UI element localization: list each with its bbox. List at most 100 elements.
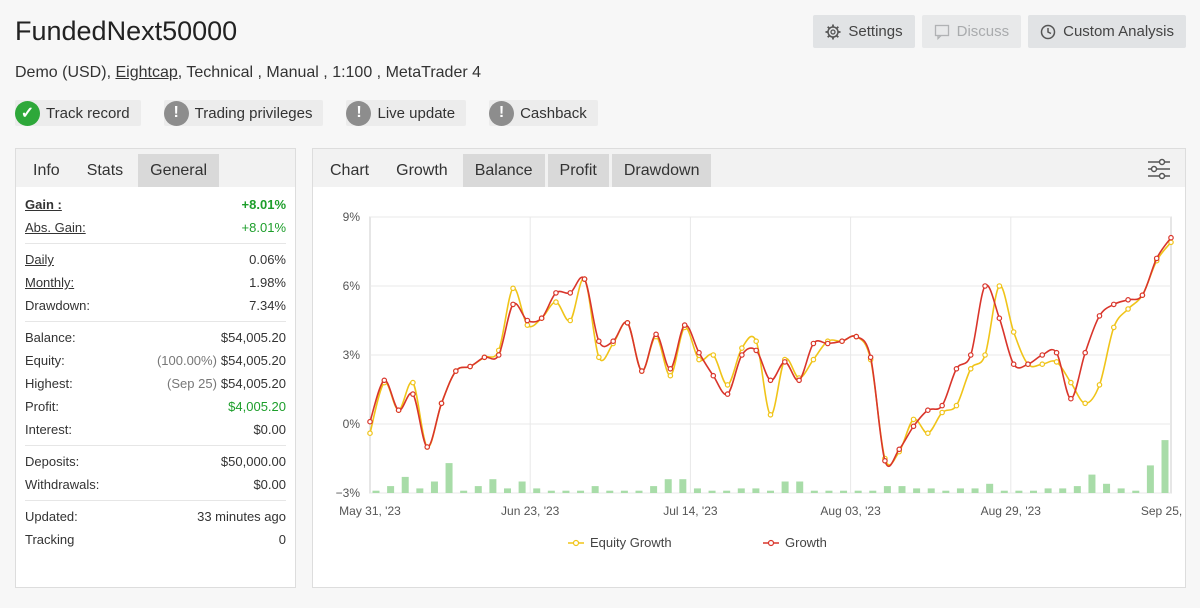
growth-point [381,377,388,384]
legend-label: Growth [785,535,827,550]
volume-bar [533,488,541,493]
volume-bar [913,488,921,493]
custom-analysis-label: Custom Analysis [1063,23,1174,40]
tab-stats[interactable]: Stats [74,154,136,187]
volume-bar [547,490,555,493]
tab-general[interactable]: General [138,154,220,187]
growth-point [1110,301,1117,308]
subtitle-prefix: Demo (USD), [15,64,112,81]
growth-point [853,333,860,340]
updated-label: Updated: [25,509,78,524]
tracking-label: Tracking [25,532,75,547]
growth-point [996,315,1003,322]
volume-bar [620,490,628,493]
badge-live-update[interactable]: ! Live update [346,100,467,126]
volume-bar [1015,490,1023,493]
tab-balance[interactable]: Balance [462,154,545,187]
equity-growth-point [1010,329,1017,335]
equity-value: $54,005.20 [220,353,286,368]
growth-point [553,290,559,296]
volume-bar [401,476,409,493]
growth-point [567,290,574,296]
equity-growth-point [567,317,574,324]
volume-bar [562,490,570,493]
clock-icon [1040,24,1056,39]
chart-tabs: Chart Growth Balance Profit Drawdown [313,149,1185,187]
volume-bar [635,490,643,493]
divider [25,321,286,322]
equity-growth-point [1096,382,1103,388]
y-tick-label: 0% [343,417,361,431]
growth-point [839,338,845,345]
equity-growth-point [710,352,717,358]
equity-growth-point [910,416,917,423]
volume-bar [460,490,468,493]
abs-gain-value: +8.01% [241,220,286,235]
chat-icon [934,24,949,40]
growth-point [681,322,688,328]
settings-label: Settings [848,23,903,40]
equity-growth-point [1068,379,1074,386]
discuss-button[interactable]: Discuss [921,15,1022,48]
broker-link[interactable]: Eightcap [115,64,177,81]
tab-growth[interactable]: Growth [384,154,460,187]
badge-cashback-label: Cashback [520,104,587,122]
custom-analysis-button[interactable]: Custom Analysis [1028,15,1186,48]
updated-value: 33 minutes ago [197,509,286,524]
tab-chart[interactable]: Chart [318,154,381,187]
interest-label: Interest: [25,422,72,437]
tab-drawdown[interactable]: Drawdown [611,154,712,187]
volume-bar [825,490,833,493]
tab-profit[interactable]: Profit [547,154,609,187]
status-badges: ✓ Track record ! Trading privileges ! Li… [15,100,598,126]
volume-bar [927,488,935,493]
growth-point [367,418,373,425]
badge-track-record[interactable]: ✓ Track record [15,100,141,126]
volume-bar [1146,465,1154,493]
growth-point [667,366,674,372]
equity-growth-point [739,345,745,351]
badge-trading-privileges[interactable]: ! Trading privileges [163,100,324,126]
volume-bar [1103,483,1111,493]
volume-bar [1073,486,1081,493]
badge-cashback[interactable]: ! Cashback [489,100,598,126]
volume-bar [387,486,395,493]
growth-point [1168,234,1174,241]
settings-button[interactable]: Settings [813,15,915,48]
growth-point [510,301,516,308]
divider [25,500,286,501]
balance-label: Balance: [25,330,76,345]
daily-label[interactable]: Daily [25,252,54,267]
volume-bar [1059,488,1067,493]
volume-bar [752,488,760,493]
abs-gain-label[interactable]: Abs. Gain: [25,220,86,235]
y-tick-label: 6% [343,279,361,293]
account-title: FundedNext50000 [15,16,238,46]
filter-sliders-icon[interactable] [1147,157,1171,181]
account-subtitle: Demo (USD), Eightcap, Technical , Manual… [15,64,481,82]
growth-chart[interactable]: 9% 6% 3% 0% −3% May 31, '23 Jun 23, '23 Jul 14,… [313,189,1185,587]
volume-bar [767,490,774,493]
badge-track-record-label: Track record [46,104,130,122]
volume-bar [372,490,380,493]
growth-point [982,283,988,289]
growth-point [1068,395,1074,402]
volume-bar [489,479,497,493]
gain-label[interactable]: Gain : [25,197,62,212]
growth-point [1010,361,1017,368]
volume-bar [781,481,789,493]
equity-growth-point [667,372,674,379]
growth-point [782,359,788,365]
equity-growth-point [925,430,931,437]
highest-date: (Sep 25) [167,376,217,391]
growth-point [1039,352,1046,358]
volume-bar [518,481,526,493]
stats-panel: Info Stats General Gain : +8.01% Abs. Gai… [15,148,296,588]
tab-info[interactable]: Info [21,154,72,187]
growth-point [1082,349,1088,356]
volume-bar [796,481,804,493]
volume-bar [591,486,599,493]
chart-panel: Chart Growth Balance Profit Drawdown 9% 6… [312,148,1186,588]
monthly-label[interactable]: Monthly: [25,275,74,290]
volume-bar [679,479,687,493]
